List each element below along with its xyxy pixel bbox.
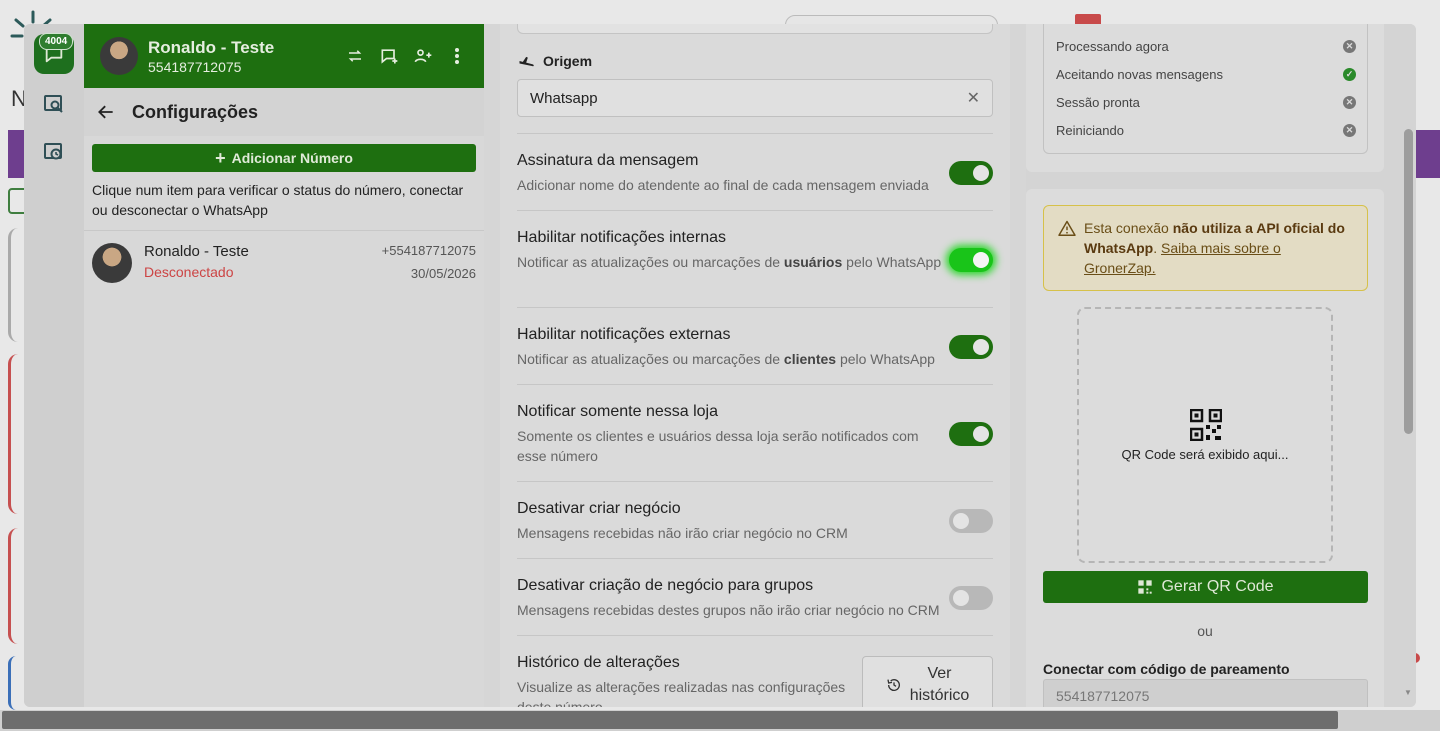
setting-description: Mensagens recebidas não irão criar negóc… xyxy=(517,525,848,541)
avatar xyxy=(100,37,138,75)
config-subheader: Configurações xyxy=(84,88,484,136)
status-list: Processando agora ✕ Aceitando novas mensa… xyxy=(1043,24,1368,154)
setting-description: Adicionar nome do atendente ao final de … xyxy=(517,177,929,193)
side-rail: 4004 xyxy=(24,24,84,707)
status-row: Processando agora ✕ xyxy=(1056,39,1356,54)
qr-card: Esta conexão não utiliza a API oficial d… xyxy=(1026,189,1384,707)
new-chat-icon[interactable] xyxy=(378,45,400,67)
toggle-disable-create-deal[interactable] xyxy=(949,509,993,533)
instructions-text: Clique num item para verificar o status … xyxy=(92,182,464,218)
number-phone: +554187712075 xyxy=(381,243,476,258)
origin-select[interactable]: Whatsapp ✕ xyxy=(517,79,993,117)
background-card xyxy=(8,656,24,710)
setting-external-notifications: Habilitar notificações externas Notifica… xyxy=(517,307,993,384)
setting-internal-notifications: Habilitar notificações internas Notifica… xyxy=(517,210,993,307)
avatar xyxy=(92,243,132,283)
status-row: Sessão pronta ✕ xyxy=(1056,95,1356,110)
status-row: Reiniciando ✕ xyxy=(1056,123,1356,138)
setting-notify-store-only: Notificar somente nessa loja Somente os … xyxy=(517,384,993,481)
contact-header: Ronaldo - Teste 554187712075 xyxy=(84,24,484,88)
setting-title: Desativar criação de negócio para grupos xyxy=(517,577,814,594)
warning-icon xyxy=(1058,220,1076,236)
unread-badge: 4004 xyxy=(39,33,74,50)
clear-icon[interactable]: ✕ xyxy=(967,88,980,108)
number-list-item[interactable]: Ronaldo - Teste Desconectado +5541877120… xyxy=(84,230,484,283)
add-group-icon[interactable] xyxy=(412,45,434,67)
scroll-down-arrow-icon[interactable]: ▼ xyxy=(1404,688,1412,697)
check-circle-icon: ✓ xyxy=(1343,68,1356,81)
scrolled-field[interactable] xyxy=(517,24,993,34)
number-name: Ronaldo - Teste xyxy=(144,243,249,260)
setting-title: Habilitar notificações externas xyxy=(517,326,731,343)
connection-panel: Processando agora ✕ Aceitando novas mensa… xyxy=(1026,24,1416,707)
qr-placeholder: QR Code será exibido aqui... xyxy=(1077,307,1333,563)
status-row: Aceitando novas mensagens ✓ xyxy=(1056,67,1356,82)
contact-number: 554187712075 xyxy=(148,58,242,75)
api-warning: Esta conexão não utiliza a API oficial d… xyxy=(1043,205,1368,291)
toggle-notify-store-only[interactable] xyxy=(949,422,993,446)
connection-status: Desconectado xyxy=(144,264,234,280)
history-icon xyxy=(887,679,900,691)
setting-disable-create-deal: Desativar criar negócio Mensagens recebi… xyxy=(517,481,993,558)
status-card: Processando agora ✕ Aceitando novas mensa… xyxy=(1026,24,1384,172)
transfer-icon[interactable] xyxy=(344,45,366,67)
pairing-phone-input[interactable]: 554187712075 xyxy=(1043,679,1368,707)
numbers-panel: Ronaldo - Teste 554187712075 Configuraçõ… xyxy=(84,24,484,707)
view-history-label-2: histórico xyxy=(909,687,970,704)
view-history-label-1: Ver xyxy=(927,665,952,682)
qr-scan-icon xyxy=(1138,580,1153,594)
plus-icon: + xyxy=(215,147,226,168)
contact-name: Ronaldo - Teste xyxy=(148,37,275,57)
generate-qr-label: Gerar QR Code xyxy=(1161,578,1274,595)
add-number-button[interactable]: + Adicionar Número xyxy=(92,144,476,172)
qr-placeholder-text: QR Code será exibido aqui... xyxy=(1121,447,1289,462)
pairing-code-label: Conectar com código de pareamento xyxy=(1043,661,1290,677)
setting-change-history: Histórico de alterações Visualize as alt… xyxy=(517,635,993,707)
origin-value: Whatsapp xyxy=(530,89,598,107)
setting-description: Notificar as atualizações ou marcações d… xyxy=(517,351,935,367)
horizontal-scrollbar-thumb[interactable] xyxy=(2,711,1338,729)
vertical-scrollbar-thumb[interactable] xyxy=(1404,129,1413,434)
x-circle-icon: ✕ xyxy=(1343,124,1356,137)
view-history-button[interactable]: Ver histórico xyxy=(862,656,993,707)
generate-qr-button[interactable]: Gerar QR Code xyxy=(1043,571,1368,603)
setting-title: Assinatura da mensagem xyxy=(517,152,699,169)
setting-description: Somente os clientes e usuários dessa loj… xyxy=(517,428,919,464)
setting-title: Desativar criar negócio xyxy=(517,500,681,517)
setting-title: Notificar somente nessa loja xyxy=(517,403,718,420)
toggle-internal-notifications[interactable] xyxy=(949,248,993,272)
toggle-external-notifications[interactable] xyxy=(949,335,993,359)
x-circle-icon: ✕ xyxy=(1343,96,1356,109)
page-title: Configurações xyxy=(132,101,259,122)
history-chat-icon[interactable] xyxy=(42,140,66,164)
setting-description: Mensagens recebidas destes grupos não ir… xyxy=(517,602,940,618)
x-circle-icon: ✕ xyxy=(1343,40,1356,53)
whatsapp-config-modal: 4004 Ronaldo - Teste 554187712075 Config… xyxy=(24,24,1416,707)
settings-panel: Origem Whatsapp ✕ Assinatura da mensagem… xyxy=(500,24,1010,707)
background-banner-right xyxy=(1414,130,1440,178)
more-menu-icon[interactable] xyxy=(446,45,468,67)
search-conversations-icon[interactable] xyxy=(42,92,66,116)
number-date: 30/05/2026 xyxy=(410,266,476,281)
origin-label: Origem xyxy=(543,53,593,69)
setting-description: Notificar as atualizações ou marcações d… xyxy=(517,254,942,270)
setting-disable-group-deal: Desativar criação de negócio para grupos… xyxy=(517,558,993,635)
toggle-disable-group-deal[interactable] xyxy=(949,586,993,610)
setting-title: Habilitar notificações internas xyxy=(517,229,726,246)
qr-code-icon xyxy=(1190,409,1222,441)
add-number-label: Adicionar Número xyxy=(231,150,353,166)
setting-description: Visualize as alterações realizadas nas c… xyxy=(517,679,846,707)
origin-label-row: Origem xyxy=(517,53,592,69)
back-arrow-icon[interactable] xyxy=(96,102,116,122)
or-divider: ou xyxy=(1197,623,1213,639)
toggle-message-signature[interactable] xyxy=(949,161,993,185)
airplane-icon xyxy=(518,56,536,67)
setting-message-signature: Assinatura da mensagem Adicionar nome do… xyxy=(517,133,993,210)
